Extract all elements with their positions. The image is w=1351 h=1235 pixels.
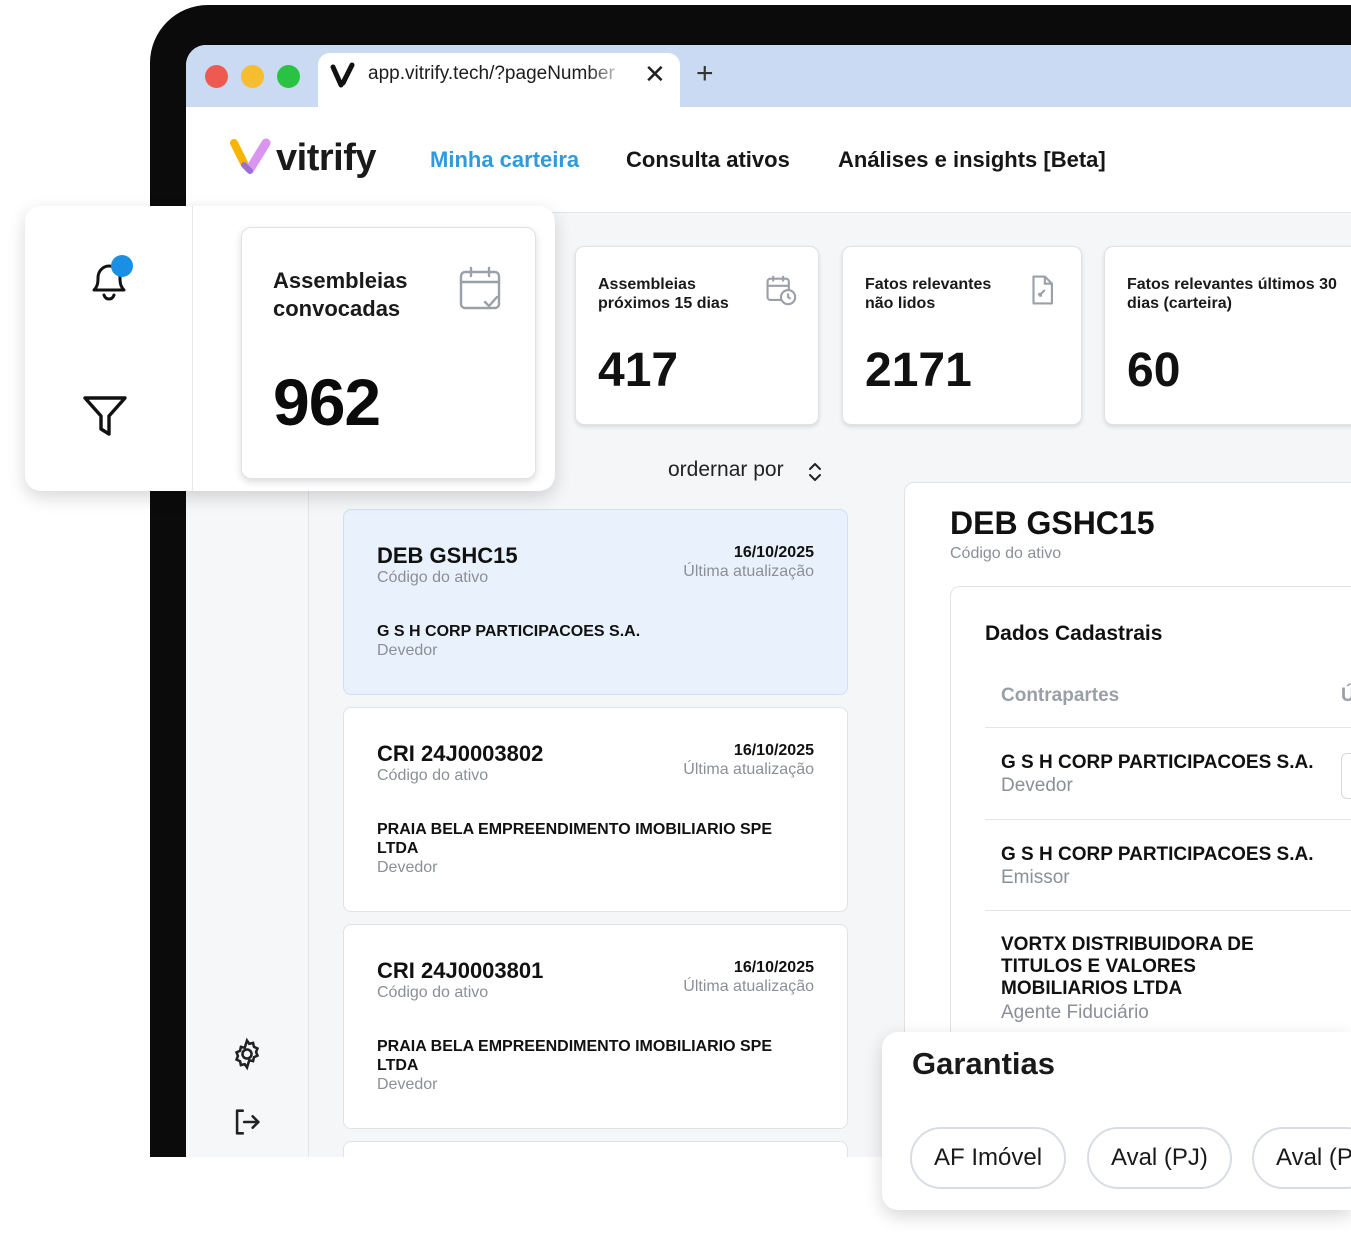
stat-value: 2171 — [865, 344, 972, 397]
stat-value: 962 — [273, 365, 381, 439]
overlay-icon-rail — [25, 206, 193, 491]
tab-url-text: app.vitrify.tech/?pageNumber — [368, 63, 615, 84]
asset-code-label: Código do ativo — [377, 569, 489, 586]
app-header: vitrify Minha carteira Consulta ativos A… — [186, 107, 1351, 213]
asset-date-label: Última atualização — [683, 978, 814, 995]
counterparty-name: G S H CORP PARTICIPACOES S.A. — [1001, 752, 1314, 773]
divider — [985, 910, 1351, 911]
asset-date-label: Última atualização — [683, 761, 814, 778]
counterparty-name: G S H CORP PARTICIPACOES S.A. — [1001, 844, 1314, 865]
asset-code: DEB GSHC15 — [377, 543, 518, 568]
new-tab-button[interactable]: + — [696, 59, 714, 89]
garantia-chip[interactable]: Aval (P — [1252, 1127, 1351, 1189]
stat-title: Fatos relevantes não lidos — [865, 276, 992, 312]
vitrify-logo-icon — [230, 138, 271, 174]
counterparty-role: Agente Fiduciário — [1001, 1002, 1149, 1023]
stat-title: Assembleias convocadas — [273, 268, 408, 321]
garantia-chip[interactable]: Aval (PJ) — [1087, 1127, 1232, 1189]
calendar-check-icon — [459, 266, 501, 310]
section-title: Dados Cadastrais — [985, 622, 1163, 645]
asset-party: PRAIA BELA EMPREENDIMENTO IMOBILIARIO SP… — [377, 821, 772, 857]
asset-card[interactable]: CRI 24J0003802 Código do ativo 16/10/202… — [343, 707, 848, 912]
logout-icon[interactable] — [230, 1105, 264, 1139]
filter-icon[interactable] — [81, 392, 129, 440]
sort-label[interactable]: ordernar por — [668, 458, 784, 482]
nav-analises-insights[interactable]: Análises e insights [Beta] — [838, 147, 1106, 173]
divider — [985, 727, 1351, 728]
floating-overlay-panel: Assembleias convocadas 962 — [25, 206, 555, 491]
logo-text: vitrify — [276, 137, 376, 179]
column-header-contrapartes: Contrapartes — [1001, 685, 1120, 706]
document-icon — [1032, 275, 1053, 305]
counterparty-role: Emissor — [1001, 867, 1070, 888]
asset-card[interactable] — [343, 1141, 848, 1157]
asset-card[interactable]: CRI 24J0003801 Código do ativo 16/10/202… — [343, 924, 848, 1129]
stat-value: 417 — [598, 344, 679, 397]
asset-card[interactable]: DEB GSHC15 Código do ativo 16/10/2025 Úl… — [343, 509, 848, 695]
asset-date: 16/10/2025 — [733, 959, 814, 976]
minimize-window-button[interactable] — [241, 65, 264, 88]
gear-icon[interactable] — [230, 1037, 264, 1071]
asset-date: 16/10/2025 — [733, 544, 814, 561]
bell-icon[interactable] — [81, 252, 137, 308]
calendar-clock-icon — [766, 275, 797, 306]
browser-tab-bar: app.vitrify.tech/?pageNumber ✕ + — [186, 45, 1351, 109]
stat-title: Fatos relevantes últimos 30 dias (cartei… — [1127, 276, 1337, 312]
detail-asset-code: DEB GSHC15 — [950, 505, 1155, 541]
asset-party: PRAIA BELA EMPREENDIMENTO IMOBILIARIO SP… — [377, 1038, 772, 1074]
asset-role: Devedor — [377, 642, 438, 659]
browser-tab[interactable]: app.vitrify.tech/?pageNumber ✕ — [318, 53, 680, 109]
asset-date: 16/10/2025 — [733, 742, 814, 759]
vitrify-favicon-icon — [330, 62, 355, 88]
counterparty-name: VORTX DISTRIBUIDORA DE TITULOS E VALORES… — [1001, 934, 1254, 999]
detail-asset-code-label: Código do ativo — [950, 545, 1062, 562]
stat-value: 60 — [1127, 344, 1181, 397]
asset-code: CRI 24J0003801 — [377, 958, 544, 983]
stat-card-fatos-30-dias[interactable]: Fatos relevantes últimos 30 dias (cartei… — [1104, 246, 1351, 425]
counterparty-role: Devedor — [1001, 775, 1073, 796]
divider — [985, 819, 1351, 820]
stat-card-assembleias-convocadas[interactable]: Assembleias convocadas 962 — [241, 227, 536, 479]
asset-party: G S H CORP PARTICIPACOES S.A. — [377, 623, 641, 640]
nav-minha-carteira[interactable]: Minha carteira — [430, 147, 579, 173]
sort-chevrons-icon[interactable] — [806, 461, 824, 483]
garantias-panel: Garantias AF Imóvel Aval (PJ) Aval (P — [882, 1032, 1351, 1210]
asset-role: Devedor — [377, 1076, 438, 1093]
maximize-window-button[interactable] — [277, 65, 300, 88]
garantia-chip[interactable]: AF Imóvel — [910, 1127, 1067, 1189]
stat-card-fatos-nao-lidos[interactable]: Fatos relevantes não lidos 2171 — [842, 246, 1082, 425]
asset-code: CRI 24J0003802 — [377, 741, 544, 766]
asset-role: Devedor — [377, 859, 438, 876]
close-window-button[interactable] — [205, 65, 228, 88]
counterparty-action-button[interactable] — [1341, 753, 1351, 799]
stat-card-assembleias-15-dias[interactable]: Assembleias próximos 15 dias 417 — [575, 246, 819, 425]
garantias-title: Garantias — [912, 1046, 1056, 1081]
tab-close-icon[interactable]: ✕ — [644, 59, 666, 89]
asset-code-label: Código do ativo — [377, 767, 489, 784]
nav-consulta-ativos[interactable]: Consulta ativos — [626, 147, 790, 173]
asset-date-label: Última atualização — [683, 563, 814, 580]
column-header-truncated: Ú — [1341, 685, 1351, 706]
stat-title: Assembleias próximos 15 dias — [598, 276, 729, 312]
asset-code-label: Código do ativo — [377, 984, 489, 1001]
